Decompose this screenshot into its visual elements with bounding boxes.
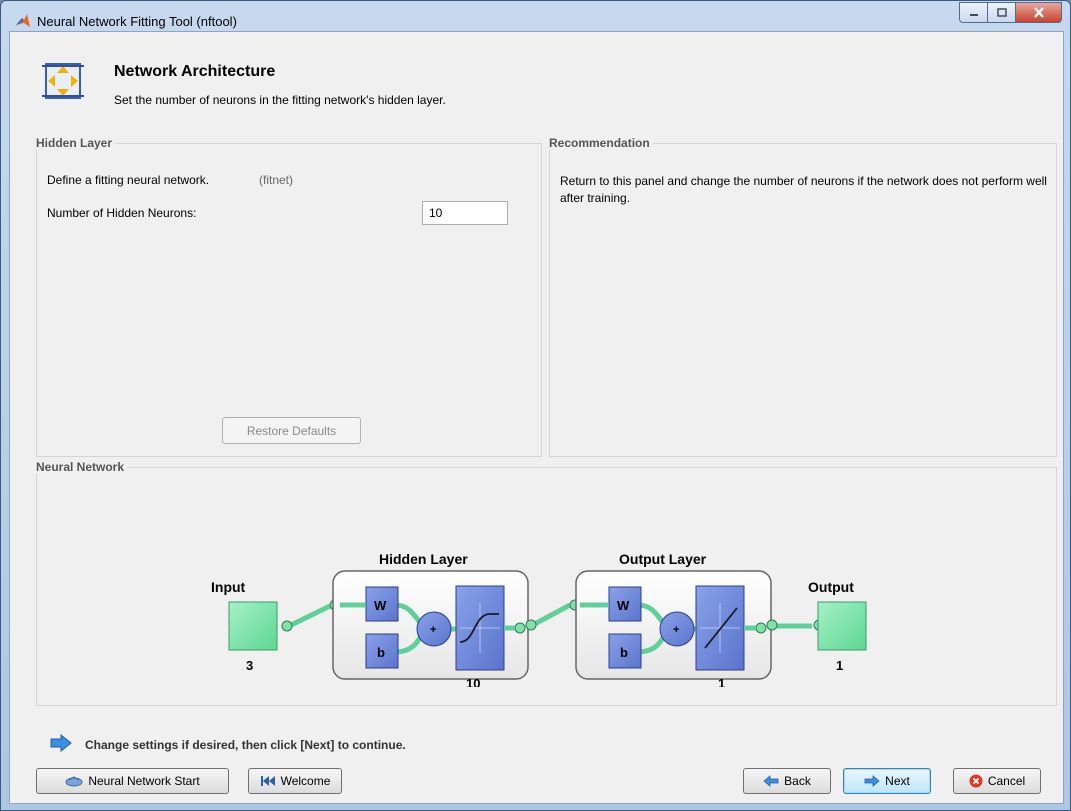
network-diagram: Input 3 Hidden Layer W b + Output Layer … <box>211 551 867 687</box>
network-icon <box>65 776 83 787</box>
hidden-out-junction <box>525 619 537 631</box>
cancel-icon <box>969 774 983 788</box>
architecture-icon <box>42 63 84 99</box>
welcome-label: Welcome <box>280 774 331 788</box>
cancel-label: Cancel <box>987 774 1026 788</box>
output-layer-label: Output Layer <box>619 551 707 567</box>
rewind-icon <box>260 776 275 786</box>
page-subtitle: Set the number of neurons in the fitting… <box>114 93 446 107</box>
function-name: (fitnet) <box>259 173 294 187</box>
output-label: Output <box>808 579 854 595</box>
output-sum-symbol: + <box>673 624 679 636</box>
input-size: 3 <box>246 658 253 673</box>
maximize-button[interactable] <box>988 2 1016 23</box>
output-bias-symbol: b <box>620 645 628 660</box>
output-size: 1 <box>836 658 843 673</box>
minimize-icon <box>969 13 978 16</box>
back-button[interactable]: Back <box>743 768 831 794</box>
page-title: Network Architecture <box>114 63 276 80</box>
matlab-logo-icon <box>16 14 30 27</box>
restore-defaults-button[interactable]: Restore Defaults <box>222 417 361 444</box>
connector-input-hidden <box>285 603 332 630</box>
neural-network-panel-title: Neural Network <box>36 460 128 474</box>
minimize-button[interactable] <box>959 2 988 23</box>
output-junction <box>766 619 778 631</box>
output-layer-size: 1 <box>718 676 725 687</box>
welcome-button[interactable]: Welcome <box>248 768 342 794</box>
maximize-icon <box>996 8 1007 17</box>
cancel-button[interactable]: Cancel <box>953 768 1041 794</box>
output-block <box>817 601 867 651</box>
arrow-right-icon <box>50 734 72 752</box>
back-arrow-icon <box>763 775 779 787</box>
back-label: Back <box>784 774 811 788</box>
hidden-out-port <box>514 622 526 634</box>
instruction-hint: Change settings if desired, then click [… <box>85 738 406 752</box>
hidden-layer-panel: Hidden Layer Define a fitting neural net… <box>36 136 542 457</box>
neurons-label: Number of Hidden Neurons: <box>47 206 197 220</box>
hidden-sum-symbol: + <box>430 624 436 636</box>
close-button[interactable] <box>1016 2 1062 23</box>
input-block <box>228 601 278 651</box>
hidden-layer-label: Hidden Layer <box>379 551 468 567</box>
client-area: Network Architecture Set the number of n… <box>9 31 1064 804</box>
neural-network-start-label: Neural Network Start <box>88 774 200 788</box>
recommendation-panel: Recommendation Return to this panel and … <box>549 136 1057 457</box>
hidden-layer-size: 10 <box>466 676 480 687</box>
window-title: Neural Network Fitting Tool (nftool) <box>37 14 237 29</box>
recommendation-panel-title: Recommendation <box>549 136 653 150</box>
hidden-weight-symbol: W <box>374 598 387 613</box>
hidden-bias-symbol: b <box>377 645 385 660</box>
input-label: Input <box>211 579 246 595</box>
restore-defaults-label: Restore Defaults <box>246 423 337 438</box>
hidden-neurons-input[interactable] <box>422 201 508 225</box>
next-button[interactable]: Next <box>843 768 931 794</box>
window-controls <box>959 2 1062 23</box>
connector-output-final <box>744 623 812 631</box>
input-port <box>281 620 293 632</box>
hidden-layer-panel-title: Hidden Layer <box>36 136 116 150</box>
next-label: Next <box>885 774 910 788</box>
neural-network-start-button[interactable]: Neural Network Start <box>36 768 229 794</box>
app-window: Neural Network Fitting Tool (nftool) Net… <box>0 0 1071 811</box>
close-icon <box>1033 7 1044 18</box>
output-out-port <box>755 622 767 634</box>
output-weight-symbol: W <box>617 598 630 613</box>
recommendation-text: Return to this panel and change the numb… <box>560 174 1047 205</box>
next-arrow-icon <box>864 775 880 787</box>
network-description: Define a fitting neural network. <box>47 173 210 187</box>
